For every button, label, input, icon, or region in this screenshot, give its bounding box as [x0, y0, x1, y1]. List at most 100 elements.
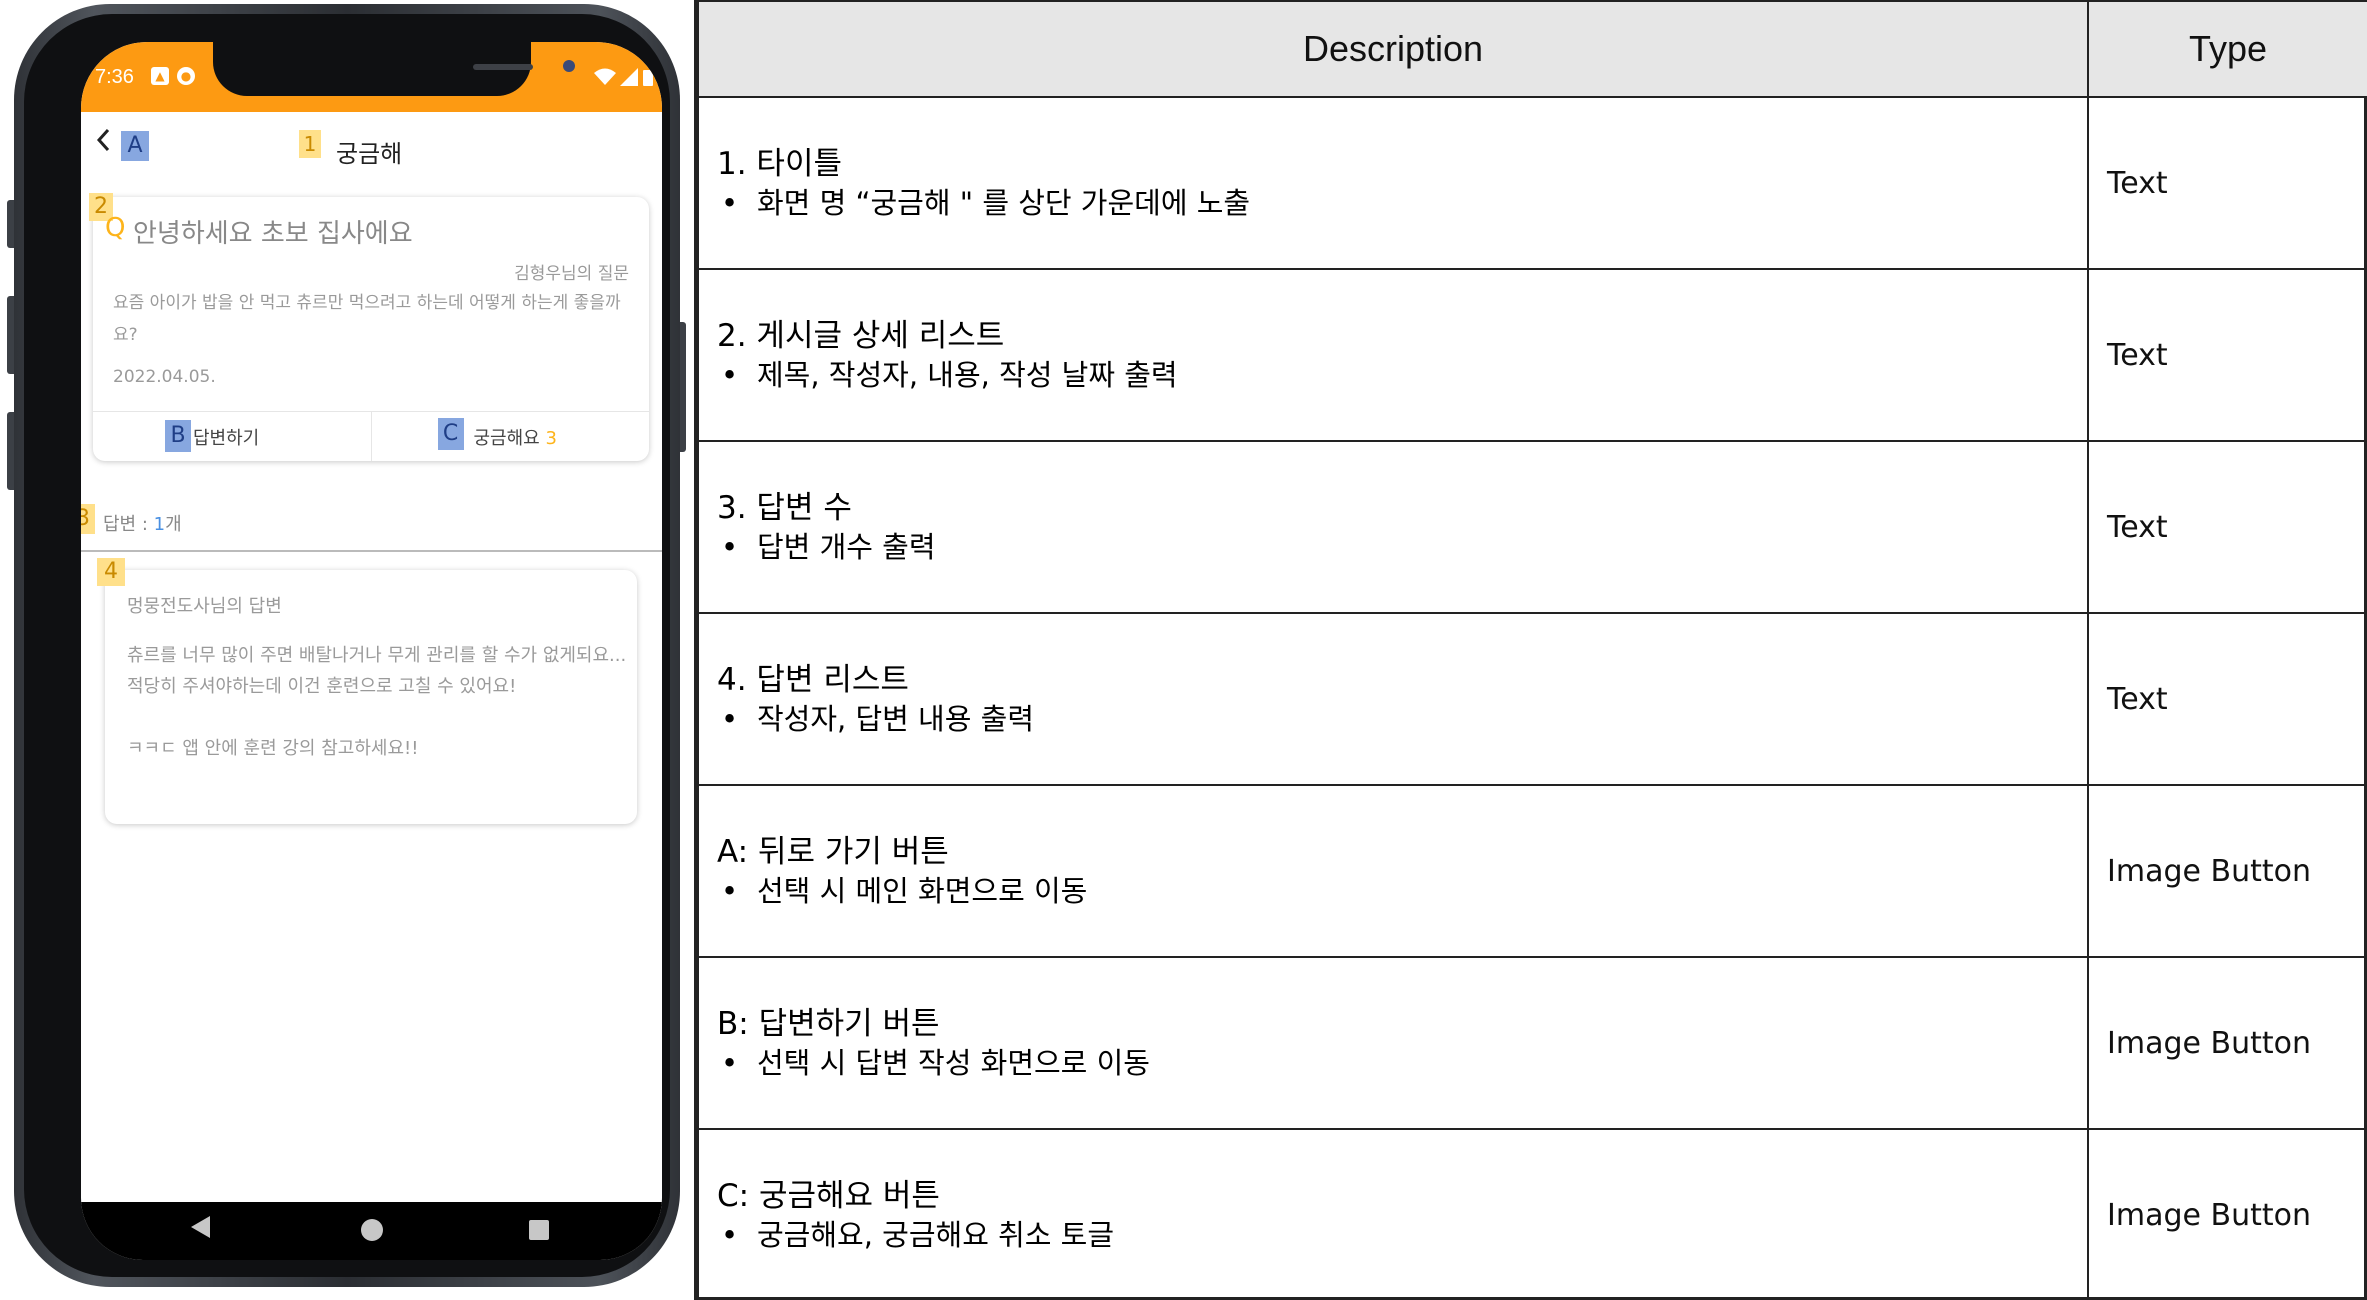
- row-type: Image Button: [2087, 956, 2367, 1130]
- row-bullet: • 화면 명 “궁금해 " 를 상단 가운데에 노출: [717, 184, 2087, 222]
- phone-bezel: 7:36 ▲ ● A 1 궁금해 2 Q 안녕하세요 초보 집사에요 김형우님의…: [24, 14, 670, 1277]
- curious-count: 3: [545, 428, 557, 449]
- page-title: 궁금해: [336, 140, 403, 168]
- nav-recents-icon[interactable]: [529, 1220, 549, 1240]
- bullet-icon: •: [721, 1046, 739, 1080]
- answer-count-suffix: 개: [165, 514, 182, 535]
- row-description: 1. 타이틀 • 화면 명 “궁금해 " 를 상단 가운데에 노출: [697, 96, 2089, 270]
- row-bullet: • 답변 개수 출력: [717, 528, 2087, 566]
- spec-row: C: 궁금해요 버튼 • 궁금해요, 궁금해요 취소 토글 Image Button: [697, 1128, 2367, 1300]
- row-bullet-text: 답변 개수 출력: [757, 530, 936, 564]
- back-button[interactable]: [95, 126, 111, 162]
- status-bar: 7:36 ▲ ●: [81, 42, 662, 112]
- question-mark-label: Q: [105, 213, 126, 243]
- row-bullet: • 제목, 작성자, 내용, 작성 날짜 출력: [717, 356, 2087, 394]
- row-title: C: 궁금해요 버튼: [717, 1178, 940, 1214]
- row-type: Image Button: [2087, 784, 2367, 958]
- question-author: 김형우님의 질문: [514, 264, 629, 284]
- row-bullet-text: 작성자, 답변 내용 출력: [757, 702, 1034, 736]
- spec-row: 1. 타이틀 • 화면 명 “궁금해 " 를 상단 가운데에 노출 Text: [697, 96, 2367, 270]
- bullet-icon: •: [721, 358, 739, 392]
- row-bullet-text: 선택 시 답변 작성 화면으로 이동: [757, 1046, 1150, 1080]
- marker-1-tag: 1: [299, 130, 321, 158]
- app-notification-icon: ●: [177, 67, 195, 85]
- phone-panel: 7:36 ▲ ● A 1 궁금해 2 Q 안녕하세요 초보 집사에요 김형우님의…: [0, 0, 697, 1300]
- curious-button-label: 궁금해요 3: [474, 424, 557, 450]
- answer-button-label: 답변하기: [193, 428, 260, 449]
- row-description: 3. 답변 수 • 답변 개수 출력: [697, 440, 2089, 614]
- row-description: 2. 게시글 상세 리스트 • 제목, 작성자, 내용, 작성 날짜 출력: [697, 268, 2089, 442]
- answer-count-line: 답변 : 1개: [103, 510, 182, 536]
- header-type: Type: [2087, 0, 2367, 98]
- spec-row: 2. 게시글 상세 리스트 • 제목, 작성자, 내용, 작성 날짜 출력 Text: [697, 268, 2367, 442]
- curious-button[interactable]: C 궁금해요 3: [370, 412, 650, 461]
- answer-body: 츄르를 너무 많이 주면 배탈나거나 무게 관리를 할 수가 없게되요... 적…: [127, 645, 627, 759]
- spec-body: 1. 타이틀 • 화면 명 “궁금해 " 를 상단 가운데에 노출 Text 2. 게시…: [697, 96, 2367, 1300]
- spec-row: 4. 답변 리스트 • 작성자, 답변 내용 출력 Text: [697, 612, 2367, 786]
- row-bullet-text: 궁금해요, 궁금해요 취소 토글: [757, 1218, 1115, 1252]
- system-nav-bar: [81, 1202, 662, 1260]
- answer-card: 4 멍뭉전도사님의 답변 츄르를 너무 많이 주면 배탈나거나 무게 관리를 할…: [97, 558, 637, 824]
- marker-4-tag: 4: [97, 558, 125, 586]
- bullet-icon: •: [721, 1218, 739, 1252]
- row-title: 4. 답변 리스트: [717, 662, 909, 698]
- spec-row: B: 답변하기 버튼 • 선택 시 답변 작성 화면으로 이동 Image Butto…: [697, 956, 2367, 1130]
- chevron-left-icon: [96, 128, 110, 152]
- spec-header-row: Description Type: [697, 0, 2367, 98]
- earpiece-speaker: [473, 64, 533, 70]
- phone-body: 7:36 ▲ ● A 1 궁금해 2 Q 안녕하세요 초보 집사에요 김형우님의…: [14, 4, 680, 1287]
- wifi-icon: [594, 68, 616, 85]
- phone-screen: 7:36 ▲ ● A 1 궁금해 2 Q 안녕하세요 초보 집사에요 김형우님의…: [81, 42, 662, 1260]
- spec-row: 3. 답변 수 • 답변 개수 출력 Text: [697, 440, 2367, 614]
- row-description: A: 뒤로 가기 버튼 • 선택 시 메인 화면으로 이동: [697, 784, 2089, 958]
- battery-icon: [643, 70, 653, 86]
- answer-button[interactable]: B 답변하기: [93, 412, 371, 461]
- question-body: 요즘 아이가 밥을 안 먹고 츄르만 먹으려고 하는데 어떻게 하는게 좋을까요…: [113, 293, 621, 345]
- row-bullet-text: 제목, 작성자, 내용, 작성 날짜 출력: [757, 358, 1178, 392]
- row-bullet: • 작성자, 답변 내용 출력: [717, 700, 2087, 738]
- question-actions: B 답변하기 C 궁금해요 3: [93, 411, 649, 461]
- row-type: Text: [2087, 612, 2367, 786]
- nav-home-icon[interactable]: [361, 1219, 383, 1241]
- answer-count: 1: [153, 514, 166, 535]
- app-bar: A 1 궁금해: [81, 112, 662, 178]
- section-divider: [81, 550, 662, 552]
- row-type: Text: [2087, 268, 2367, 442]
- row-bullet: • 선택 시 답변 작성 화면으로 이동: [717, 1044, 2087, 1082]
- bullet-icon: •: [721, 874, 739, 908]
- row-description: C: 궁금해요 버튼 • 궁금해요, 궁금해요 취소 토글: [697, 1128, 2089, 1300]
- nav-back-icon[interactable]: [191, 1216, 210, 1238]
- notification-icon: ▲: [151, 67, 169, 85]
- marker-3-tag: 3: [81, 504, 95, 534]
- answer-author: 멍뭉전도사님의 답변: [127, 596, 282, 617]
- status-icons: [594, 68, 654, 86]
- row-type: Text: [2087, 96, 2367, 270]
- header-description: Description: [697, 0, 2089, 98]
- signal-icon: [620, 68, 638, 86]
- row-title: A: 뒤로 가기 버튼: [717, 834, 949, 870]
- curious-label-text: 궁금해요: [473, 428, 540, 449]
- status-time: 7:36: [95, 66, 134, 88]
- bullet-icon: •: [721, 186, 739, 220]
- question-card: 2 Q 안녕하세요 초보 집사에요 김형우님의 질문 요즘 아이가 밥을 안 먹…: [89, 193, 649, 461]
- row-bullet: • 선택 시 메인 화면으로 이동: [717, 872, 2087, 910]
- row-title: 3. 답변 수: [717, 490, 852, 526]
- bullet-icon: •: [721, 530, 739, 564]
- question-title: 안녕하세요 초보 집사에요: [133, 219, 413, 249]
- spec-row: A: 뒤로 가기 버튼 • 선택 시 메인 화면으로 이동 Image Button: [697, 784, 2367, 958]
- marker-b-tag: B: [165, 420, 191, 452]
- row-type: Text: [2087, 440, 2367, 614]
- row-title: 1. 타이틀: [717, 146, 842, 182]
- spec-table: Description Type 1. 타이틀 • 화면 명 “궁금해 " 를 상단…: [697, 0, 2367, 1300]
- row-description: B: 답변하기 버튼 • 선택 시 답변 작성 화면으로 이동: [697, 956, 2089, 1130]
- question-date: 2022.04.05.: [113, 367, 216, 387]
- row-title: B: 답변하기 버튼: [717, 1006, 940, 1042]
- row-type: Image Button: [2087, 1128, 2367, 1300]
- row-bullet-text: 화면 명 “궁금해 " 를 상단 가운데에 노출: [757, 186, 1251, 220]
- front-camera: [563, 60, 575, 72]
- row-description: 4. 답변 리스트 • 작성자, 답변 내용 출력: [697, 612, 2089, 786]
- marker-c-tag: C: [437, 418, 464, 450]
- camera-notch: [213, 42, 575, 96]
- row-title: 2. 게시글 상세 리스트: [717, 318, 1005, 354]
- bullet-icon: •: [721, 702, 739, 736]
